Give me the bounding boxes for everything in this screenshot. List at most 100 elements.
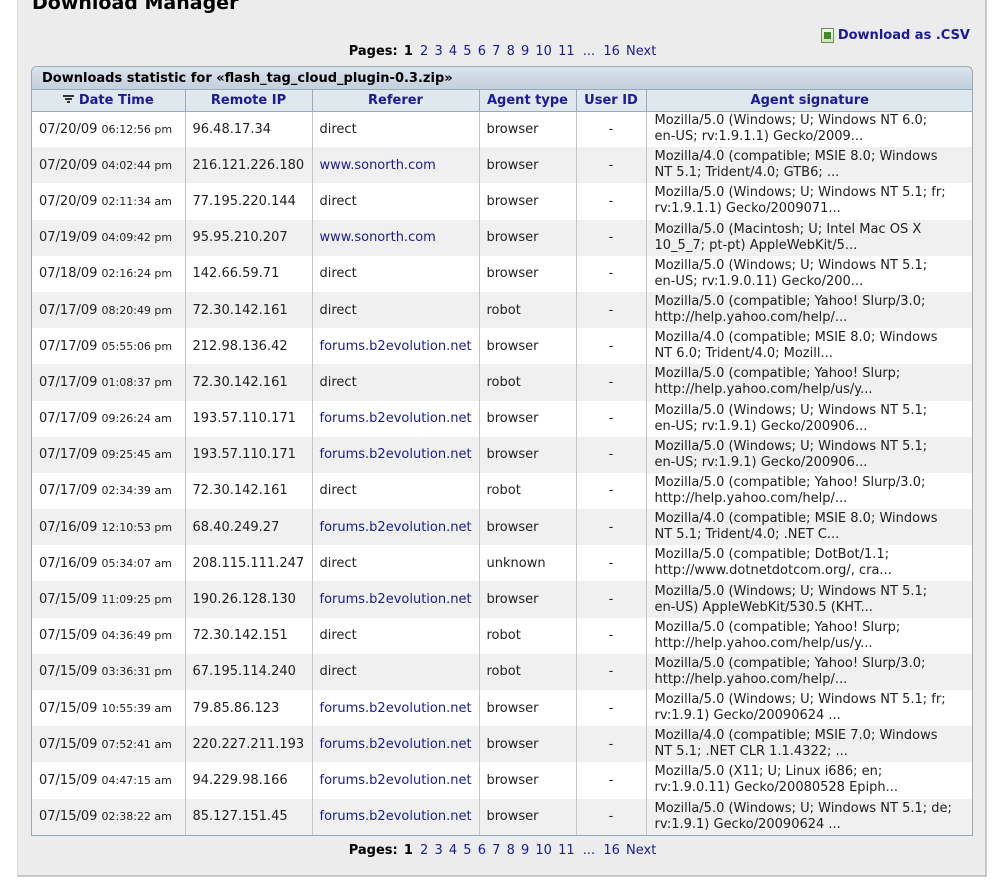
time-value: 02:16:24 pm (101, 267, 173, 281)
page-link[interactable]: 6 (478, 44, 486, 59)
cell-referer: forums.b2evolution.net (311, 798, 479, 835)
signature-line-2: en-US; rv:1.9.1.1) Gecko/2009... (654, 129, 864, 145)
column-header-agent-type[interactable]: Agent type (478, 90, 576, 112)
referer-link[interactable]: forums.b2evolution.net (320, 592, 472, 607)
cell-agent-signature: Mozilla/5.0 (Windows; U; Windows NT 5.1;… (645, 798, 972, 835)
pagination-bottom: Pages: 1 2 3 4 5 6 7 8 9 10 11 ... 16 Ne… (0, 843, 1006, 858)
signature-line-1: Mozilla/4.0 (compatible; MSIE 7.0; Windo… (654, 728, 938, 744)
cell-agent-signature: Mozilla/5.0 (Windows; U; Windows NT 5.1;… (645, 400, 972, 437)
date-value: 07/17/09 (39, 447, 98, 463)
page-link[interactable]: 9 (521, 44, 529, 59)
date-value: 07/17/09 (39, 411, 98, 427)
cell-date-time: 07/15/09 02:38:22 am (32, 798, 185, 835)
page-link-last[interactable]: 16 (603, 843, 620, 858)
cell-remote-ip: 77.195.220.144 (184, 183, 312, 220)
cell-agent-type: browser (478, 690, 576, 727)
cell-user-id: - (575, 328, 646, 365)
signature-line-2: NT 6.0; Trident/4.0; Mozill... (654, 346, 833, 362)
cell-date-time: 07/17/09 08:20:49 pm (32, 291, 185, 329)
cell-referer: direct (311, 255, 479, 292)
page-link[interactable]: 11 (558, 44, 575, 59)
pages-ellipsis: ... (582, 44, 596, 59)
cell-agent-type: robot (478, 291, 576, 329)
page-link[interactable]: 3 (434, 44, 442, 59)
table-row: 07/15/09 04:47:15 am 94.229.98.166 forums.… (32, 762, 972, 799)
date-value: 07/20/09 (39, 157, 98, 173)
time-value: 10:55:39 am (101, 701, 172, 715)
sort-desc-icon (62, 94, 74, 105)
referer-link[interactable]: www.sonorth.com (320, 230, 436, 245)
cell-referer: forums.b2evolution.net (311, 436, 479, 473)
time-value: 03:36:31 pm (101, 665, 173, 679)
page-link[interactable]: 4 (449, 843, 457, 858)
date-value: 07/17/09 (39, 483, 98, 499)
cell-agent-type: browser (478, 400, 576, 437)
date-value: 07/16/09 (39, 555, 98, 571)
referer-link[interactable]: forums.b2evolution.net (320, 447, 472, 462)
signature-line-2: http://help.yahoo.com/help/... (654, 490, 848, 506)
page-link[interactable]: 6 (478, 843, 486, 858)
cell-agent-signature: Mozilla/5.0 (compatible; Yahoo! Slurp/3.… (645, 653, 972, 690)
time-value: 06:12:56 pm (101, 122, 173, 136)
cell-user-id: - (575, 436, 646, 473)
referer-text: direct (319, 555, 357, 571)
cell-referer: direct (311, 364, 479, 401)
downloads-table: Date Time Remote IP Referer Agent type U… (32, 90, 972, 835)
page-link-last[interactable]: 16 (603, 44, 620, 59)
time-value: 02:38:22 am (101, 810, 172, 824)
cell-referer: www.sonorth.com (311, 219, 479, 256)
cell-referer: direct (311, 617, 479, 654)
referer-link[interactable]: forums.b2evolution.net (320, 701, 472, 716)
page-link[interactable]: 7 (492, 843, 500, 858)
cell-agent-type: browser (478, 147, 576, 184)
time-value: 04:47:15 am (101, 773, 172, 787)
page-link[interactable]: 7 (492, 44, 500, 59)
referer-link[interactable]: forums.b2evolution.net (320, 411, 472, 426)
page-link[interactable]: 2 (420, 44, 428, 59)
cell-agent-type: robot (478, 472, 576, 510)
column-header-referer[interactable]: Referer (311, 90, 479, 112)
column-header-date-time[interactable]: Date Time (32, 90, 185, 112)
page-links: 2 3 4 5 6 7 8 9 10 11 (415, 843, 576, 858)
page-link[interactable]: 5 (463, 44, 471, 59)
cell-remote-ip: 72.30.142.151 (184, 617, 312, 654)
referer-text: direct (319, 302, 357, 318)
signature-line-1: Mozilla/5.0 (compatible; Yahoo! Slurp; (654, 619, 901, 635)
page-link[interactable]: 9 (521, 843, 529, 858)
date-value: 07/15/09 (39, 772, 98, 788)
page-link[interactable]: 8 (507, 843, 515, 858)
next-page-link[interactable]: Next (626, 843, 656, 858)
page-link[interactable]: 2 (420, 843, 428, 858)
date-value: 07/18/09 (39, 266, 98, 282)
referer-link[interactable]: forums.b2evolution.net (320, 520, 472, 535)
referer-link[interactable]: forums.b2evolution.net (320, 339, 472, 354)
page-link[interactable]: 8 (507, 44, 515, 59)
date-value: 07/20/09 (39, 121, 98, 137)
download-csv-link[interactable]: Download as .CSV (820, 28, 970, 43)
cell-user-id: - (575, 472, 646, 510)
page-link[interactable]: 11 (558, 843, 575, 858)
cell-remote-ip: 94.229.98.166 (184, 762, 312, 799)
page-link[interactable]: 4 (449, 44, 457, 59)
referer-link[interactable]: forums.b2evolution.net (320, 773, 472, 788)
cell-agent-signature: Mozilla/5.0 (Windows; U; Windows NT 6.0;… (645, 111, 972, 148)
column-header-remote-ip[interactable]: Remote IP (184, 90, 312, 112)
cell-referer: forums.b2evolution.net (311, 400, 479, 437)
cell-user-id: - (575, 617, 646, 654)
table-row: 07/15/09 10:55:39 am 79.85.86.123 forums.b… (32, 690, 972, 727)
column-header-user-id[interactable]: User ID (575, 90, 646, 112)
cell-date-time: 07/20/09 02:11:34 am (32, 183, 185, 220)
cell-agent-signature: Mozilla/5.0 (Windows; U; Windows NT 5.1;… (645, 436, 972, 473)
page-link[interactable]: 10 (535, 44, 552, 59)
next-page-link[interactable]: Next (626, 44, 656, 59)
cell-agent-type: browser (478, 328, 576, 365)
column-header-agent-signature[interactable]: Agent signature (645, 90, 972, 112)
referer-link[interactable]: forums.b2evolution.net (320, 809, 472, 824)
referer-link[interactable]: www.sonorth.com (320, 158, 436, 173)
page-link[interactable]: 5 (463, 843, 471, 858)
page-link[interactable]: 3 (434, 843, 442, 858)
page-link[interactable]: 10 (535, 843, 552, 858)
pages-label: Pages: (348, 44, 398, 59)
cell-date-time: 07/17/09 09:25:45 am (32, 436, 185, 473)
referer-link[interactable]: forums.b2evolution.net (320, 737, 472, 752)
